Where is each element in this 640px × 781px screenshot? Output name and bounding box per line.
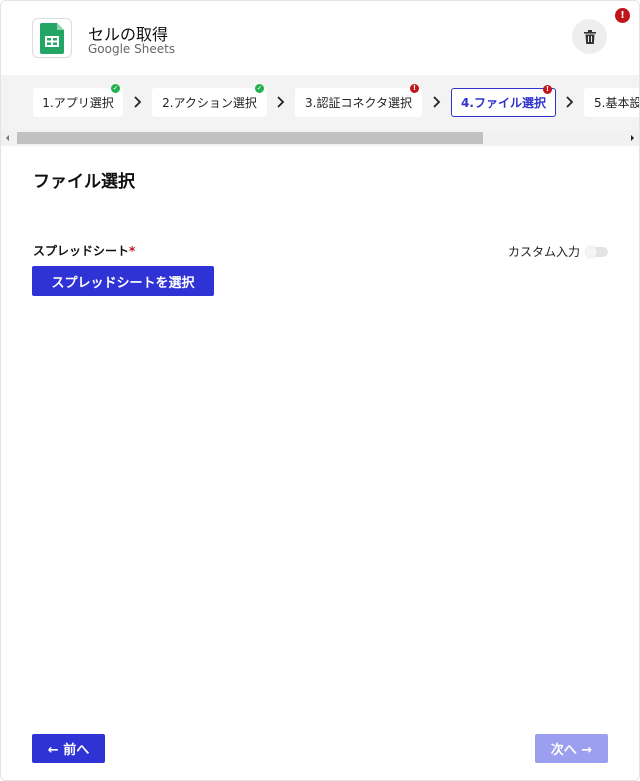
error-icon: ! <box>410 84 419 93</box>
chevron-right-icon <box>277 96 285 108</box>
scroll-left-icon[interactable] <box>3 133 13 143</box>
field-label-text: スプレッドシート <box>33 244 130 258</box>
select-spreadsheet-button[interactable]: スプレッドシートを選択 <box>32 266 214 296</box>
toggle-knob <box>585 246 597 258</box>
alert-badge[interactable]: ! <box>615 8 630 23</box>
step-basic-settings[interactable]: 5.基本設 <box>584 88 640 117</box>
check-icon: ✓ <box>111 84 120 93</box>
step-label: 2.アクション選択 <box>162 96 257 110</box>
panel-header: セルの取得 Google Sheets ! <box>1 1 639 75</box>
chevron-right-icon <box>433 96 441 108</box>
scroll-right-icon[interactable] <box>627 133 637 143</box>
custom-input-label: カスタム入力 <box>508 245 581 259</box>
step-navigation: 1.アプリ選択 ✓ 2.アクション選択 ✓ 3.認証コネクタ選択 ! 4.ファイ… <box>1 75 640 130</box>
error-icon: ! <box>543 85 552 94</box>
section-title: ファイル選択 <box>33 172 135 192</box>
delete-button[interactable] <box>572 19 607 54</box>
step-label: 4.ファイル選択 <box>461 96 546 110</box>
step-action-select[interactable]: 2.アクション選択 ✓ <box>152 84 267 117</box>
required-mark: * <box>129 244 136 258</box>
step-connector-select[interactable]: 3.認証コネクタ選択 ! <box>295 84 422 117</box>
trash-icon <box>583 29 596 44</box>
scrollbar-thumb[interactable] <box>17 132 483 144</box>
custom-input-toggle[interactable] <box>585 246 608 258</box>
step-app-select[interactable]: 1.アプリ選択 ✓ <box>33 84 123 117</box>
spreadsheet-field-label: スプレッドシート* <box>33 242 135 259</box>
prev-button[interactable]: ← 前へ <box>32 734 105 763</box>
connector-config-panel: セルの取得 Google Sheets ! 1.アプリ選択 ✓ 2.アクション選… <box>0 0 640 781</box>
step-label: 1.アプリ選択 <box>42 96 114 110</box>
horizontal-scrollbar[interactable] <box>1 130 639 146</box>
app-name: Google Sheets <box>88 42 176 56</box>
chevron-right-icon <box>566 96 574 108</box>
next-button[interactable]: 次へ → <box>535 734 608 763</box>
check-icon: ✓ <box>255 84 264 93</box>
step-file-select[interactable]: 4.ファイル選択 ! <box>451 85 556 117</box>
chevron-right-icon <box>134 96 142 108</box>
step-label: 3.認証コネクタ選択 <box>305 96 412 110</box>
google-sheets-icon <box>32 18 72 58</box>
step-label: 5.基本設 <box>594 96 640 110</box>
